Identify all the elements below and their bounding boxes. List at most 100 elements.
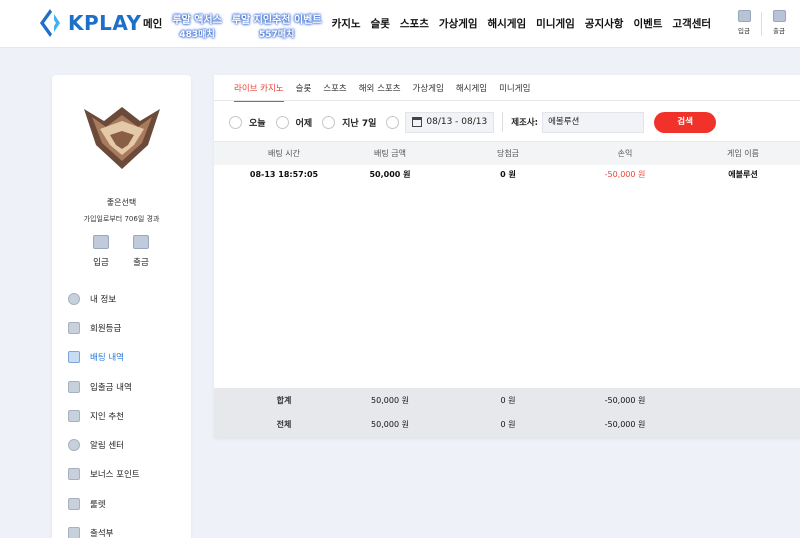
nav-promo-access-title: 루알 액서스 bbox=[172, 15, 222, 26]
sidebar-item-notifications[interactable]: 알림 센터 bbox=[68, 430, 188, 459]
header-withdraw-label: 출금 bbox=[773, 27, 785, 35]
sidebar-item-referral[interactable]: 지인 추천 bbox=[68, 401, 188, 430]
betting-history-panel: 라이브 카지노 슬롯 스포츠 해외 스포츠 가상게임 해시게임 미니게임 오늘 … bbox=[214, 75, 800, 438]
search-button[interactable]: 검색 bbox=[654, 111, 717, 133]
kplay-logo[interactable]: KPLAY bbox=[38, 8, 141, 38]
sidebar-deposit-button[interactable]: 입금 bbox=[86, 235, 116, 268]
header-divider bbox=[761, 12, 762, 36]
radio-circle-icon bbox=[322, 115, 336, 129]
roulette-icon bbox=[68, 497, 80, 510]
sidebar-item-label: 룰렛 bbox=[90, 499, 106, 510]
filter-last-7-days[interactable]: 지난 7일 bbox=[322, 115, 377, 129]
summary-win: 0 원 bbox=[500, 396, 516, 405]
nav-casino[interactable]: 카지노 bbox=[332, 16, 361, 31]
sidebar-item-my-info[interactable]: 내 정보 bbox=[68, 284, 188, 313]
tab-virtual-game[interactable]: 가상게임 bbox=[413, 82, 444, 102]
row-bet-amount: 50,000 원 bbox=[369, 170, 411, 179]
tab-divider bbox=[214, 100, 800, 101]
nav-main[interactable]: 메인 bbox=[143, 16, 162, 31]
sidebar-item-bonus[interactable]: 보너스 포인트 bbox=[68, 460, 188, 489]
sidebar-item-grade[interactable]: 회원등급 bbox=[68, 313, 188, 342]
rank-badge-icon bbox=[84, 107, 160, 169]
sidebar-item-label: 배팅 내역 bbox=[90, 353, 124, 364]
summary-row-subtotal: 합계 50,000 원 0 원 -50,000 원 bbox=[214, 389, 800, 413]
nav-promo-referral-title: 루알 지인추천 이벤트 bbox=[231, 15, 322, 26]
sidebar-withdraw-label: 출금 bbox=[133, 258, 149, 268]
maker-label: 제조사: bbox=[511, 118, 539, 128]
top-header: KPLAY 메인 루알 액서스 483매치 루알 지인추천 이벤트 557매치 … bbox=[0, 0, 800, 48]
nav-sports[interactable]: 스포츠 bbox=[400, 16, 429, 31]
deposit-icon bbox=[737, 10, 751, 22]
filter-last7-label: 지난 7일 bbox=[342, 118, 377, 129]
nav-virtual-game[interactable]: 가상게임 bbox=[439, 16, 478, 31]
logo-diamond-icon bbox=[40, 9, 60, 37]
sidebar-item-label: 지인 추천 bbox=[90, 411, 124, 422]
summary-profit: -50,000 원 bbox=[604, 396, 646, 405]
sidebar-item-transactions[interactable]: 입출금 내역 bbox=[68, 372, 188, 401]
notification-icon bbox=[68, 439, 80, 452]
nav-promo-referral-sub: 557매치 bbox=[259, 30, 295, 40]
radio-circle-icon bbox=[386, 115, 400, 129]
nav-notice[interactable]: 공지사항 bbox=[585, 16, 624, 31]
wallet-deposit-icon bbox=[93, 235, 109, 249]
sidebar: 좋은선택 가입일로부터 706일 경과 입금 출금 내 정보 회원등급 배팅 내… bbox=[52, 75, 191, 538]
transaction-icon bbox=[68, 380, 80, 393]
row-profit: -50,000 원 bbox=[604, 170, 646, 179]
nav-slot[interactable]: 슬롯 bbox=[371, 16, 390, 31]
summary-amount: 50,000 원 bbox=[371, 420, 409, 429]
sidebar-menu: 내 정보 회원등급 배팅 내역 입출금 내역 지인 추천 알림 센터 보너스 포… bbox=[68, 284, 188, 538]
nav-event[interactable]: 이벤트 bbox=[633, 16, 662, 31]
nav-promo-access[interactable]: 루알 액서스 483매치 bbox=[172, 14, 221, 42]
header-deposit-label: 입금 bbox=[738, 27, 750, 35]
referral-icon bbox=[68, 409, 80, 422]
sidebar-item-roulette[interactable]: 룰렛 bbox=[68, 489, 188, 518]
summary-profit: -50,000 원 bbox=[604, 420, 646, 429]
row-game-name: 에볼루션 bbox=[728, 170, 758, 179]
header-deposit-button[interactable]: 입금 bbox=[732, 10, 756, 35]
date-range-value: 08/13 - 08/13 bbox=[426, 117, 488, 127]
table-header: 배팅 시간 배팅 금액 당첨금 손익 게임 이름 bbox=[214, 141, 800, 165]
maker-input[interactable]: 에볼루션 bbox=[542, 111, 645, 133]
nav-promo-access-sub: 483매치 bbox=[179, 30, 215, 40]
nav-promo-referral[interactable]: 루알 지인추천 이벤트 557매치 bbox=[232, 14, 322, 42]
nav-hash-game[interactable]: 해시게임 bbox=[488, 16, 527, 31]
withdraw-icon bbox=[772, 10, 786, 22]
date-range-picker[interactable]: 08/13 - 08/13 bbox=[405, 111, 495, 133]
attendance-icon bbox=[68, 527, 80, 538]
sidebar-item-label: 보너스 포인트 bbox=[90, 470, 140, 481]
nav-mini-game[interactable]: 미니게임 bbox=[536, 16, 575, 31]
filter-custom[interactable] bbox=[386, 115, 400, 129]
user-icon bbox=[68, 292, 80, 305]
logo-text: KPLAY bbox=[68, 11, 142, 35]
summary-label: 전체 bbox=[276, 420, 292, 429]
calendar-icon bbox=[412, 117, 423, 127]
tab-mini-game[interactable]: 미니게임 bbox=[499, 82, 530, 102]
grade-icon bbox=[68, 321, 80, 334]
filter-today-label: 오늘 bbox=[249, 118, 266, 129]
summary-win: 0 원 bbox=[500, 420, 516, 429]
game-tabs: 라이브 카지노 슬롯 스포츠 해외 스포츠 가상게임 해시게임 미니게임 bbox=[234, 82, 542, 102]
sidebar-item-label: 알림 센터 bbox=[90, 441, 124, 452]
sidebar-item-betting-history[interactable]: 배팅 내역 bbox=[68, 343, 188, 372]
wallet-withdraw-icon bbox=[133, 235, 149, 249]
sidebar-withdraw-button[interactable]: 출금 bbox=[126, 235, 156, 268]
header-withdraw-button[interactable]: 출금 bbox=[767, 10, 791, 35]
sidebar-item-label: 입출금 내역 bbox=[90, 382, 132, 393]
tab-slot[interactable]: 슬롯 bbox=[296, 82, 312, 102]
nav-support[interactable]: 고객센터 bbox=[672, 16, 711, 31]
sidebar-item-label: 내 정보 bbox=[90, 294, 117, 305]
row-win-amount: 0 원 bbox=[500, 170, 516, 179]
tab-sports[interactable]: 스포츠 bbox=[323, 82, 346, 102]
sidebar-item-attendance[interactable]: 출석부 bbox=[68, 518, 188, 538]
tab-overseas-sports[interactable]: 해외 스포츠 bbox=[359, 82, 401, 102]
filter-divider bbox=[502, 112, 504, 132]
tab-live-casino[interactable]: 라이브 카지노 bbox=[234, 82, 284, 102]
tab-hash-game[interactable]: 해시게임 bbox=[456, 82, 487, 102]
bonus-icon bbox=[68, 468, 80, 481]
table-row: 08-13 18:57:05 50,000 원 0 원 -50,000 원 에볼… bbox=[214, 163, 800, 187]
summary-amount: 50,000 원 bbox=[371, 396, 409, 405]
summary-row-total: 전체 50,000 원 0 원 -50,000 원 bbox=[214, 413, 800, 437]
filter-bar: 오늘 어제 지난 7일 08/13 - 08/13 제조사: 에볼루션 검색 bbox=[229, 111, 800, 133]
filter-yesterday[interactable]: 어제 bbox=[275, 115, 312, 129]
filter-today[interactable]: 오늘 bbox=[229, 115, 266, 129]
